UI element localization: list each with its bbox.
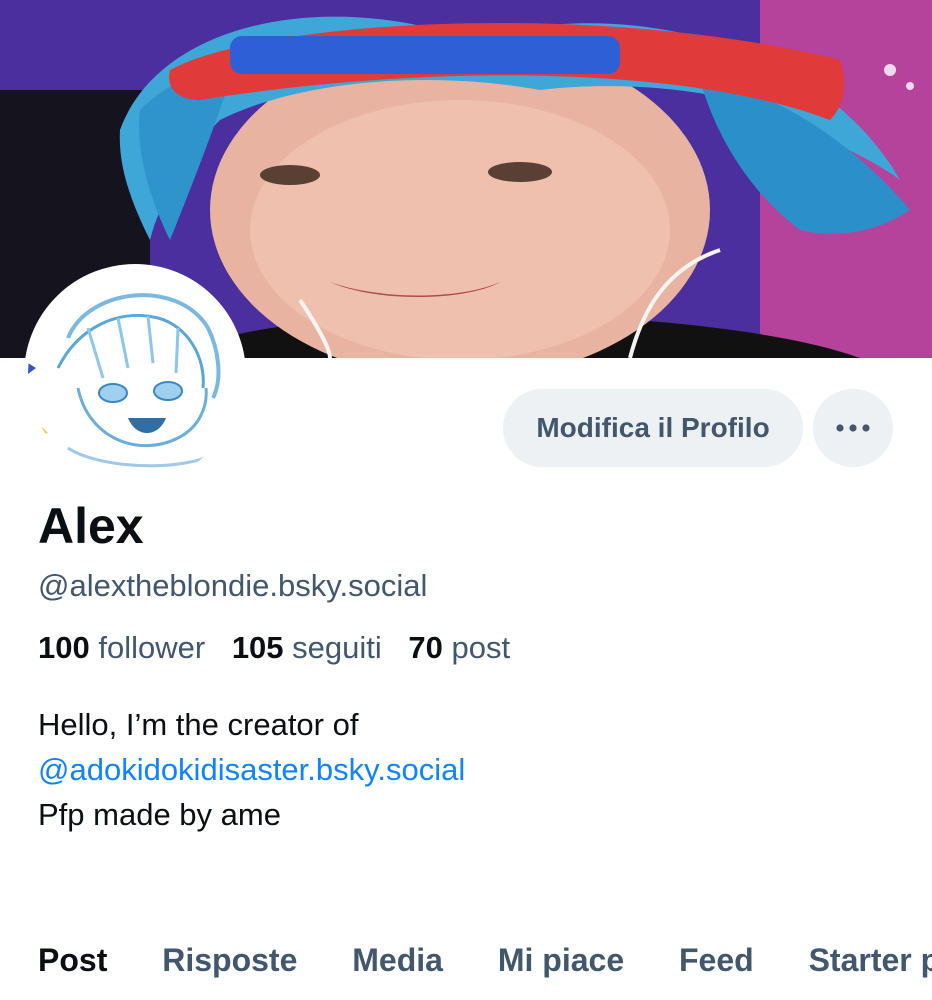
- posts-label: post: [451, 630, 511, 665]
- more-options-button[interactable]: [813, 389, 893, 467]
- tab-mi-piace[interactable]: Mi piace: [498, 942, 624, 978]
- bio-line: Pfp made by ame: [38, 797, 281, 832]
- display-name: Alex: [38, 498, 144, 554]
- profile-stats: 100 follower 105 seguiti 70 post: [38, 630, 528, 666]
- following-stat[interactable]: 105 seguiti: [232, 630, 391, 665]
- followers-stat[interactable]: 100 follower: [38, 630, 214, 665]
- following-count: 105: [231, 630, 284, 665]
- edit-profile-label: Modifica il Profilo: [536, 412, 770, 443]
- profile-handle: @alextheblondie.bsky.social: [38, 568, 428, 603]
- posts-count: 70: [408, 630, 443, 665]
- tab-risposte[interactable]: Risposte: [162, 942, 297, 978]
- ellipsis-icon: [836, 424, 870, 432]
- bio-mention-link[interactable]: @adokidokidisaster.bsky.social: [38, 747, 465, 792]
- bio-line: Hello, I’m the creator of: [38, 707, 359, 742]
- tab-starter-pack[interactable]: Starter p: [809, 942, 932, 978]
- profile-bio: Hello, I’m the creator of @adokidokidisa…: [38, 702, 465, 837]
- profile-avatar[interactable]: [24, 264, 246, 486]
- tab-feed[interactable]: Feed: [679, 942, 754, 978]
- followers-count: 100: [38, 630, 90, 665]
- tab-media[interactable]: Media: [352, 942, 443, 978]
- posts-stat: 70 post: [408, 630, 510, 665]
- followers-label: follower: [98, 630, 206, 665]
- profile-tabs: Post Risposte Media Mi piace Feed Starte…: [38, 942, 932, 979]
- edit-profile-button[interactable]: Modifica il Profilo: [503, 389, 803, 467]
- following-label: seguiti: [292, 630, 382, 665]
- tab-post[interactable]: Post: [38, 942, 107, 978]
